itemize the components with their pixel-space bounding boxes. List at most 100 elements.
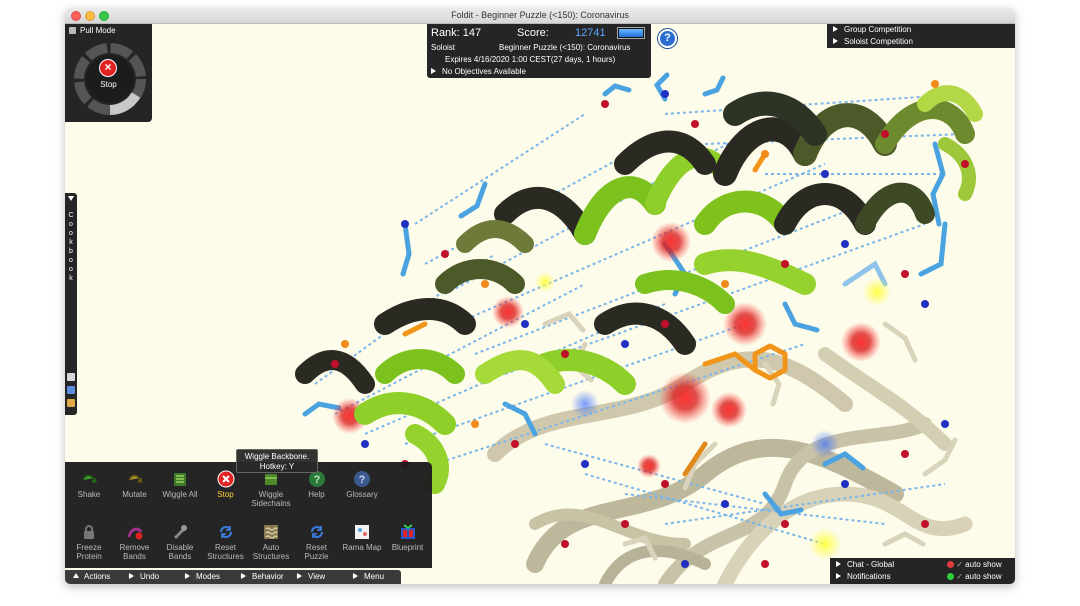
blueprint-label: Blueprint <box>391 543 424 552</box>
group-competition-toggle[interactable]: Group Competition <box>833 25 911 34</box>
collapse-arrow-icon <box>73 573 79 578</box>
auto-structures-label: Auto Structures <box>252 543 290 561</box>
recipe-edit-icon[interactable] <box>67 399 75 407</box>
stop-button[interactable]: Stop <box>203 470 249 499</box>
expand-arrow-icon <box>185 573 190 579</box>
blueprint-icon <box>399 523 417 541</box>
reset-structures-button[interactable]: Reset Structures <box>203 523 249 561</box>
wiggle-all-button[interactable]: Wiggle All <box>157 470 203 499</box>
auto-structures-button[interactable]: Auto Structures <box>248 523 294 561</box>
cookbook-panel[interactable]: Cookbook <box>65 193 77 415</box>
tooltip: Wiggle Backbone. Hotkey: Y <box>236 449 318 473</box>
objectives-toggle[interactable]: No Objectives Available <box>431 67 526 76</box>
chat-panel: Chat - Global Notifications ✓ auto show … <box>830 558 1015 584</box>
chat-auto-show[interactable]: ✓ auto show <box>947 560 1002 569</box>
rama-map-icon <box>353 523 371 541</box>
check-icon: ✓ <box>956 560 963 569</box>
shake-icon <box>80 470 98 488</box>
help-button[interactable]: ? <box>658 29 677 48</box>
refresh-icon <box>217 523 235 541</box>
freeze-protein-button[interactable]: Freeze Protein <box>66 523 112 561</box>
remove-bands-button[interactable]: Remove Bands <box>112 523 158 561</box>
pin-icon[interactable] <box>69 27 76 34</box>
cookbook-label: Cookbook <box>68 212 74 282</box>
action-tab-bar: Actions Undo Modes Behavior View Menu <box>65 570 401 584</box>
shake-button[interactable]: Shake <box>66 470 112 499</box>
score-label: Score: <box>517 27 549 39</box>
rama-map-button[interactable]: Rama Map <box>339 523 385 552</box>
actions-panel: Shake Mutate Wiggle All Stop Wiggle Sidechai… <box>65 462 432 568</box>
expand-arrow-icon <box>836 573 841 579</box>
competition-panel: Group Competition Soloist Competition <box>827 24 1015 48</box>
mutate-button[interactable]: Mutate <box>112 470 158 499</box>
pull-mode-dial[interactable] <box>73 42 147 116</box>
pull-mode-title: Pull Mode <box>80 26 116 35</box>
remove-bands-icon <box>126 523 144 541</box>
expand-arrow-icon <box>129 573 134 579</box>
disable-bands-icon <box>171 523 189 541</box>
disable-bands-label: Disable Bands <box>166 543 194 561</box>
glossary-button[interactable]: ? Glossary <box>339 470 385 499</box>
collapse-arrow-icon[interactable] <box>68 196 74 201</box>
blueprint-button[interactable]: Blueprint <box>385 523 431 552</box>
notifications-auto-show[interactable]: ✓ auto show <box>947 572 1002 581</box>
wiggle-all-icon <box>171 470 189 488</box>
expand-arrow-icon <box>297 573 302 579</box>
chat-global-toggle[interactable]: Chat - Global <box>836 560 894 569</box>
reset-structures-label: Reset Structures <box>207 543 244 561</box>
svg-text:?: ? <box>359 474 366 486</box>
wiggle-sidechains-label: Wiggle Sidechains <box>251 490 291 508</box>
expiry-text: Expires 4/16/2020 1:00 CEST(27 days, 1 h… <box>445 55 616 64</box>
svg-text:?: ? <box>313 474 320 486</box>
title-bar: Foldit - Beginner Puzzle (<150): Coronav… <box>65 8 1015 24</box>
reset-puzzle-button[interactable]: Reset Puzzle <box>294 523 340 561</box>
wiggle-sidechains-button[interactable]: Wiggle Sidechains <box>248 470 294 508</box>
stop-icon[interactable]: × <box>99 59 117 77</box>
score-bar <box>617 27 645 39</box>
remove-bands-label: Remove Bands <box>119 543 150 561</box>
recipe-folder-icon[interactable] <box>67 386 75 394</box>
expand-arrow-icon <box>833 38 838 44</box>
help-button[interactable]: ? Help <box>294 470 340 499</box>
freeze-protein-label: Freeze Protein <box>76 543 102 561</box>
tab-view[interactable]: View <box>297 572 325 581</box>
refresh-icon <box>308 523 326 541</box>
soloist-competition-toggle[interactable]: Soloist Competition <box>833 37 913 46</box>
expand-arrow-icon <box>431 68 436 74</box>
status-dot-icon <box>947 573 954 580</box>
help-label: Help <box>308 490 325 499</box>
tab-behavior[interactable]: Behavior <box>241 572 284 581</box>
expand-arrow-icon <box>241 573 246 579</box>
tab-menu[interactable]: Menu <box>353 572 384 581</box>
puzzle-name: Beginner Puzzle (<150): Coronavirus <box>499 43 631 52</box>
pull-mode-panel: Pull Mode × Stop <box>65 24 152 122</box>
window-title: Foldit - Beginner Puzzle (<150): Coronav… <box>451 10 629 20</box>
wiggle-all-label: Wiggle All <box>162 490 198 499</box>
score-panel: Rank: 147 Score: 12741 Soloist Beginner … <box>427 24 651 78</box>
mutate-label: Mutate <box>122 490 147 499</box>
glossary-label: Glossary <box>346 490 378 499</box>
expand-arrow-icon <box>353 573 358 579</box>
tab-undo[interactable]: Undo <box>129 572 159 581</box>
shake-label: Shake <box>77 490 101 499</box>
notifications-toggle[interactable]: Notifications <box>836 572 891 581</box>
disable-bands-button[interactable]: Disable Bands <box>157 523 203 561</box>
reset-puzzle-label: Reset Puzzle <box>304 543 329 561</box>
check-icon: ✓ <box>956 572 963 581</box>
stop-label: Stop <box>217 490 234 499</box>
rama-map-label: Rama Map <box>342 543 382 552</box>
score-value: 12741 <box>575 27 606 39</box>
expand-arrow-icon <box>836 561 841 567</box>
player-mode: Soloist <box>431 43 456 52</box>
expand-arrow-icon <box>833 26 838 32</box>
foldit-window: Foldit - Beginner Puzzle (<150): Coronav… <box>65 8 1015 584</box>
lock-icon <box>80 523 98 541</box>
stop-icon <box>217 470 235 488</box>
pull-stop-label: Stop <box>100 80 117 89</box>
mutate-icon <box>126 470 144 488</box>
status-dot-icon <box>947 561 954 568</box>
auto-structures-icon <box>262 523 280 541</box>
tab-actions[interactable]: Actions <box>73 572 110 581</box>
recipe-icon[interactable] <box>67 373 75 381</box>
tab-modes[interactable]: Modes <box>185 572 220 581</box>
